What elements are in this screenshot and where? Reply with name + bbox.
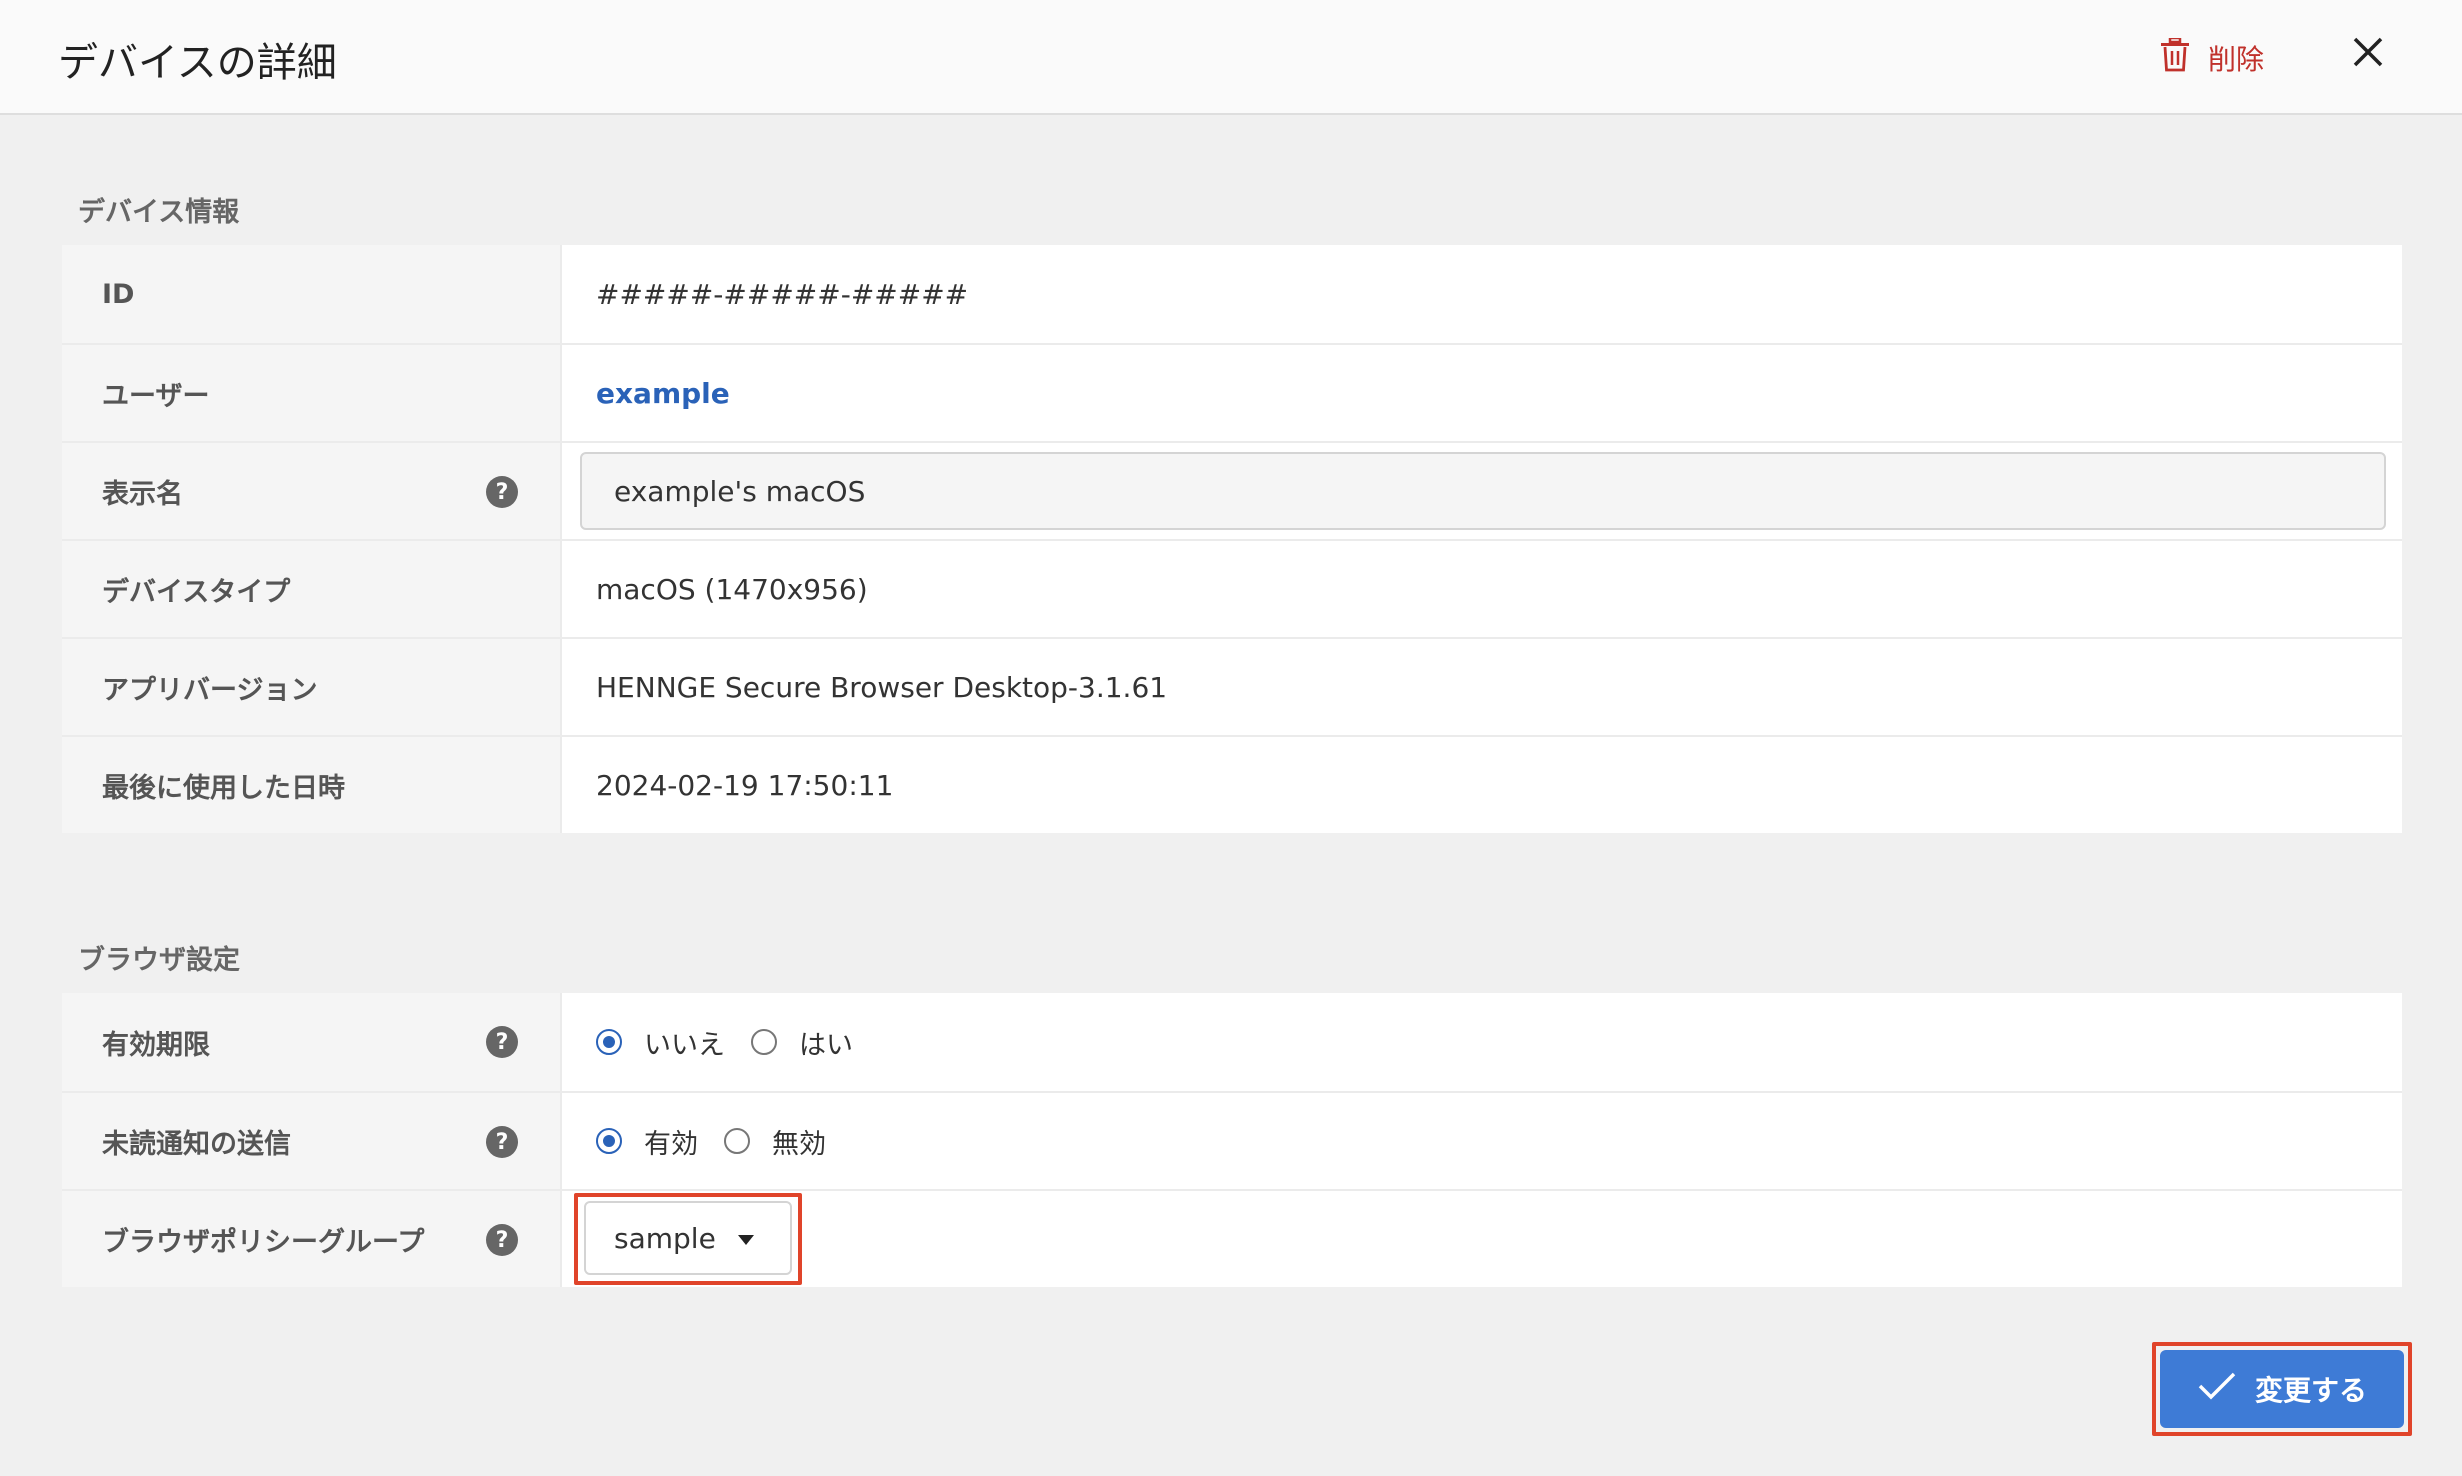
select-value: sample	[614, 1221, 716, 1255]
row-unread-notification: 未読通知の送信 ? 有効 無効	[62, 1091, 2402, 1189]
display-name-input[interactable]	[580, 452, 2386, 530]
row-display-name: 表示名 ?	[62, 441, 2402, 539]
row-label: 最後に使用した日時	[62, 737, 562, 833]
row-expiry: 有効期限 ? いいえ はい	[62, 993, 2402, 1091]
radio-label: 無効	[772, 1128, 826, 1160]
help-icon[interactable]: ?	[486, 1224, 518, 1256]
row-user: ユーザー example	[62, 343, 2402, 441]
row-label: デバイスタイプ	[62, 541, 562, 637]
unread-notification-label: 未読通知の送信	[102, 1128, 291, 1160]
device-id-value: #####-#####-#####	[596, 277, 969, 311]
display-name-label: 表示名	[102, 478, 183, 510]
delete-button[interactable]: 削除	[2160, 34, 2264, 82]
policy-group-label: ブラウザポリシーグループ	[102, 1226, 425, 1258]
policy-group-select[interactable]: sample	[584, 1201, 792, 1275]
close-icon	[2352, 36, 2384, 72]
submit-button[interactable]: 変更する	[2160, 1350, 2404, 1428]
row-id: ID #####-#####-#####	[62, 245, 2402, 343]
section-title-browser-settings: ブラウザ設定	[78, 945, 240, 976]
row-label: ユーザー	[62, 345, 562, 441]
caret-down-icon	[738, 1235, 754, 1245]
radio-label: いいえ	[644, 1029, 725, 1061]
row-label: ID	[62, 245, 562, 343]
close-button[interactable]	[2346, 32, 2390, 76]
row-policy-group: ブラウザポリシーグループ ? sample	[62, 1189, 2402, 1287]
row-label: 表示名 ?	[62, 443, 562, 539]
app-version-value: HENNGE Secure Browser Desktop-3.1.61	[596, 670, 1168, 704]
help-icon[interactable]: ?	[486, 476, 518, 508]
device-type-value: macOS (1470x956)	[596, 572, 868, 606]
section-title-device-info: デバイス情報	[78, 197, 240, 228]
radio-label: 有効	[644, 1128, 698, 1160]
row-label: 未読通知の送信 ?	[62, 1093, 562, 1189]
row-app-version: アプリバージョン HENNGE Secure Browser Desktop-3…	[62, 637, 2402, 735]
row-label: 有効期限 ?	[62, 993, 562, 1091]
check-icon	[2197, 1371, 2237, 1408]
row-label: アプリバージョン	[62, 639, 562, 735]
last-used-value: 2024-02-19 17:50:11	[596, 768, 894, 802]
expiry-radio-yes[interactable]	[751, 1029, 777, 1055]
expiry-radio-no[interactable]	[596, 1029, 622, 1055]
device-info-panel: ID #####-#####-##### ユーザー example 表示名 ? …	[62, 245, 2402, 833]
user-link[interactable]: example	[596, 377, 730, 410]
unread-notification-radio-enabled[interactable]	[596, 1128, 622, 1154]
trash-icon	[2160, 36, 2190, 79]
delete-label: 削除	[2208, 43, 2265, 76]
unread-notification-radio-group: 有効 無効	[596, 1122, 852, 1161]
browser-settings-panel: 有効期限 ? いいえ はい 未読通知の送信 ? 有効 無効 ブラウザポリシーグル…	[62, 993, 2402, 1287]
row-last-used: 最後に使用した日時 2024-02-19 17:50:11	[62, 735, 2402, 833]
expiry-label: 有効期限	[102, 1029, 210, 1061]
help-icon[interactable]: ?	[486, 1126, 518, 1158]
row-device-type: デバイスタイプ macOS (1470x956)	[62, 539, 2402, 637]
expiry-radio-group: いいえ はい	[596, 1023, 879, 1062]
submit-label: 変更する	[2254, 1374, 2367, 1407]
page-title: デバイスの詳細	[58, 40, 337, 86]
help-icon[interactable]: ?	[486, 1026, 518, 1058]
unread-notification-radio-disabled[interactable]	[724, 1128, 750, 1154]
dialog-header: デバイスの詳細 削除	[0, 0, 2462, 115]
row-label: ブラウザポリシーグループ ?	[62, 1191, 562, 1287]
radio-label: はい	[799, 1029, 853, 1061]
